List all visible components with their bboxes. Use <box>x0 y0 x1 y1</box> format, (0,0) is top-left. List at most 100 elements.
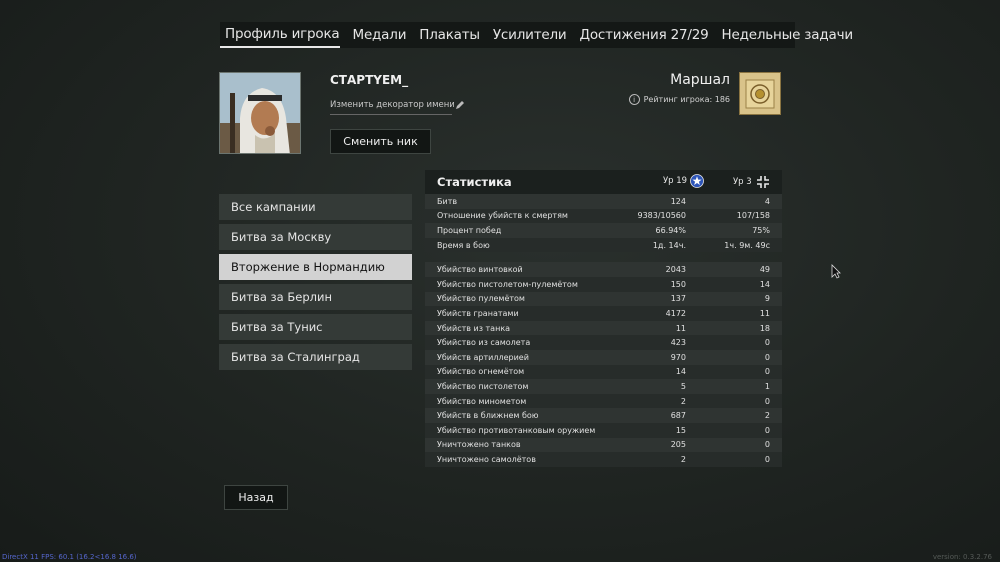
stat-value: 970 <box>670 352 686 362</box>
campaign-menu: Все кампании Битва за Москву Вторжение в Н… <box>219 194 412 374</box>
stat-value: 0 <box>764 367 770 377</box>
stat-value: 2 <box>680 396 686 406</box>
level-2: Ур 3 <box>733 174 771 190</box>
stats-row: Уничтожено танков 205 0 <box>425 438 782 453</box>
fps-counter: DirectX 11 FPS: 60.1 (16.2<16.8 16.6) <box>2 553 137 561</box>
stat-name: Отношение убийств к смертям <box>437 211 568 221</box>
stat-value: 66.94% <box>655 225 686 235</box>
player-rating: i Рейтинг игрока: 186 <box>620 94 730 105</box>
stats-row: Убийство минометом 2 0 <box>425 393 782 409</box>
stat-name: Убийство пистолетом <box>437 381 529 391</box>
stat-value: 4172 <box>665 308 686 318</box>
stats-row: Время в бою 1д. 14ч. 1ч. 9м. 49с <box>425 237 782 253</box>
mouse-cursor-icon <box>831 264 841 283</box>
tab-4[interactable]: Достижения 27/29 <box>579 24 708 47</box>
stats-row: Убийство из самолета 423 0 <box>425 335 782 350</box>
stat-name: Убийств в ближнем бою <box>437 411 539 421</box>
tab-1[interactable]: Медали <box>353 24 407 47</box>
stat-name: Время в бою <box>437 240 490 250</box>
version-label: version: 0.3.2.76 <box>932 553 992 561</box>
stat-name: Убийство минометом <box>437 396 527 406</box>
stat-value: 1ч. 9м. 49с <box>724 240 770 250</box>
name-decorator-link[interactable]: Изменить декоратор имени <box>330 100 464 115</box>
campaign-item-4[interactable]: Битва за Тунис <box>219 314 412 340</box>
stat-value: 4 <box>764 196 770 206</box>
tab-0[interactable]: Профиль игрока <box>220 23 340 48</box>
stat-value: 9 <box>764 294 770 304</box>
stat-value: 124 <box>670 196 686 206</box>
stat-name: Убийств гранатами <box>437 308 519 318</box>
stat-name: Убийство пулемётом <box>437 294 525 304</box>
stats-title: Статистика <box>437 175 512 189</box>
stat-value: 1д. 14ч. <box>652 240 686 250</box>
stat-value: 75% <box>752 225 770 235</box>
stat-name: Убийство пистолетом-пулемётом <box>437 279 578 289</box>
stat-name: Уничтожено самолётов <box>437 454 536 464</box>
stats-row: Уничтожено самолётов 2 0 <box>425 452 782 467</box>
stat-value: 5 <box>680 381 686 391</box>
stat-value: 0 <box>764 338 770 348</box>
stat-value: 2 <box>680 454 686 464</box>
stat-value: 0 <box>764 440 770 450</box>
stats-row: Убийств артиллерией 970 0 <box>425 350 782 365</box>
campaign-item-1[interactable]: Битва за Москву <box>219 224 412 250</box>
stat-value: 15 <box>675 425 686 435</box>
change-nick-button[interactable]: Сменить ник <box>330 129 431 154</box>
stats-row: Битв 124 4 <box>425 194 782 209</box>
tab-2[interactable]: Плакаты <box>419 24 480 47</box>
back-button[interactable]: Назад <box>224 485 288 510</box>
stats-row: Убийство пулемётом 137 9 <box>425 292 782 307</box>
stat-value: 1 <box>764 381 770 391</box>
stat-value: 0 <box>764 425 770 435</box>
stat-value: 205 <box>670 440 686 450</box>
campaign-item-2[interactable]: Вторжение в Нормандию <box>219 254 412 280</box>
stat-name: Убийство из самолета <box>437 338 531 348</box>
stat-value: 137 <box>670 294 686 304</box>
cross-icon <box>756 176 769 188</box>
stats-row: Процент побед 66.94% 75% <box>425 223 782 238</box>
level-1-label: Ур 19 <box>663 176 688 186</box>
stat-name: Убийство винтовкой <box>437 265 523 275</box>
general-stats-table: Битв 124 4 Отношение убийств к смертям 9383/… <box>425 194 782 253</box>
stat-value: 0 <box>764 352 770 362</box>
level-2-label: Ур 3 <box>733 177 752 187</box>
stat-name: Процент побед <box>437 225 502 235</box>
tab-3[interactable]: Усилители <box>493 24 567 47</box>
campaign-item-3[interactable]: Битва за Берлин <box>219 284 412 310</box>
stat-value: 2043 <box>665 265 686 275</box>
stat-value: 0 <box>764 396 770 406</box>
campaign-item-0[interactable]: Все кампании <box>219 194 412 220</box>
stat-value: 2 <box>764 411 770 421</box>
stat-value: 14 <box>675 367 686 377</box>
stat-value: 49 <box>759 265 770 275</box>
stat-name: Битв <box>437 196 458 206</box>
stats-row: Убийств из танка 11 18 <box>425 321 782 336</box>
stat-value: 14 <box>759 279 770 289</box>
stats-row: Убийство огнемётом 14 0 <box>425 364 782 380</box>
stat-name: Убийств артиллерией <box>437 352 529 362</box>
stat-value: 9383/10560 <box>637 211 686 221</box>
campaign-item-5[interactable]: Битва за Сталинград <box>219 344 412 370</box>
stat-value: 150 <box>670 279 686 289</box>
stats-row: Убийство винтовкой 2043 49 <box>425 262 782 277</box>
stats-panel: Статистика Ур 19 Ур 3 Битв 124 4 Отношение … <box>425 170 782 467</box>
stats-row: Убийств в ближнем бою 687 2 <box>425 408 782 423</box>
stat-value: 11 <box>759 308 770 318</box>
stat-name: Убийство противотанковым оружием <box>437 425 596 435</box>
pencil-icon <box>455 100 465 110</box>
info-icon[interactable]: i <box>628 94 640 105</box>
player-avatar <box>219 72 301 154</box>
stats-row: Убийство пистолетом 5 1 <box>425 379 782 394</box>
stat-value: 423 <box>670 338 686 348</box>
stat-value: 18 <box>759 323 770 333</box>
rank-title: Маршал <box>670 72 730 88</box>
rank-badge-icon <box>739 72 781 115</box>
level-1: Ур 19 <box>663 174 704 188</box>
kills-stats-table: Убийство винтовкой 2043 49 Убийство пистоле… <box>425 262 782 467</box>
stats-row: Убийство противотанковым оружием 15 0 <box>425 422 782 438</box>
stat-value: 11 <box>675 323 686 333</box>
star-icon <box>690 174 704 188</box>
tab-5[interactable]: Недельные задачи <box>722 24 854 47</box>
stat-name: Убийств из танка <box>437 323 511 333</box>
stat-value: 687 <box>670 411 686 421</box>
